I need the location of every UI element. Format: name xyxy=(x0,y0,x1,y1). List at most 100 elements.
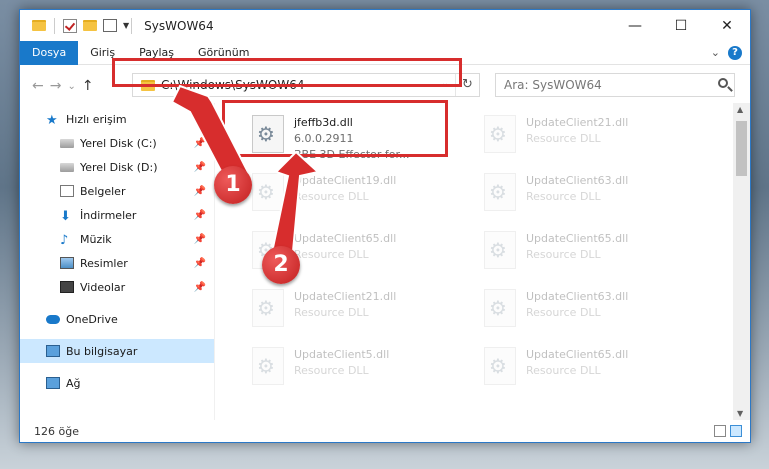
nav-item-6[interactable]: Resimler 📌 xyxy=(20,251,214,275)
file-item[interactable]: UpdateClient21.dll Resource DLL xyxy=(478,111,710,167)
divider xyxy=(54,17,55,34)
file-detail: Resource DLL xyxy=(526,132,601,145)
file-highlight-box xyxy=(222,100,448,157)
file-name: UpdateClient19.dll xyxy=(294,174,397,187)
nav-item-0[interactable]: ★ Hızlı erişim xyxy=(20,107,214,131)
file-detail: Resource DLL xyxy=(294,190,369,203)
file-detail: Resource DLL xyxy=(294,248,369,261)
document-icon xyxy=(60,185,74,197)
file-name: UpdateClient65.dll xyxy=(294,232,397,245)
scrollbar-thumb[interactable] xyxy=(736,121,747,176)
search-icon[interactable] xyxy=(718,78,728,88)
expand-ribbon-icon[interactable]: ⌄ xyxy=(711,46,720,59)
properties-icon[interactable] xyxy=(103,19,117,32)
file-name: UpdateClient5.dll xyxy=(294,348,390,361)
file-item[interactable]: UpdateClient21.dll Resource DLL xyxy=(246,285,478,341)
nav-item-10[interactable]: Ağ xyxy=(20,371,214,395)
dll-file-icon xyxy=(484,173,516,211)
vertical-scrollbar[interactable]: ▲ ▼ xyxy=(733,103,750,420)
pin-icon[interactable]: 📌 xyxy=(194,210,206,221)
nav-item-label: Müzik xyxy=(80,232,112,246)
pin-icon[interactable]: 📌 xyxy=(194,138,206,149)
file-item[interactable]: UpdateClient19.dll Resource DLL xyxy=(246,169,478,225)
pin-icon[interactable]: 📌 xyxy=(194,162,206,173)
drive-icon xyxy=(60,162,74,172)
dll-file-icon xyxy=(252,289,284,327)
nav-item-label: Resimler xyxy=(80,256,128,270)
music-icon: ♪ xyxy=(60,233,69,248)
nav-item-1[interactable]: Yerel Disk (C:) 📌 xyxy=(20,131,214,155)
help-icon[interactable]: ? xyxy=(728,45,742,60)
file-item[interactable]: UpdateClient63.dll Resource DLL xyxy=(478,169,710,225)
nav-item-label: Hızlı erişim xyxy=(66,112,127,126)
maximize-button[interactable]: ☐ xyxy=(658,10,704,41)
nav-item-5[interactable]: ♪ Müzik 📌 xyxy=(20,227,214,251)
nav-item-label: Yerel Disk (C:) xyxy=(80,136,157,150)
file-item[interactable]: UpdateClient63.dll Resource DLL xyxy=(478,285,710,341)
nav-item-3[interactable]: Belgeler 📌 xyxy=(20,179,214,203)
minimize-button[interactable]: — xyxy=(612,10,658,41)
recent-locations-icon[interactable]: ⌄ xyxy=(67,81,75,92)
nav-item-8[interactable]: OneDrive xyxy=(20,307,214,331)
details-view-icon[interactable] xyxy=(714,425,726,437)
forward-icon[interactable]: → xyxy=(50,78,62,94)
back-icon[interactable]: ← xyxy=(32,78,44,94)
window-title: SysWOW64 xyxy=(144,18,214,33)
drive-icon xyxy=(60,138,74,148)
file-name: UpdateClient21.dll xyxy=(526,116,629,129)
nav-item-4[interactable]: ⬇ İndirmeler 📌 xyxy=(20,203,214,227)
file-item[interactable]: UpdateClient65.dll Resource DLL xyxy=(478,343,710,399)
pin-icon[interactable]: 📌 xyxy=(194,234,206,245)
file-detail: Resource DLL xyxy=(526,364,601,377)
nav-item-label: Videolar xyxy=(80,280,126,294)
properties-check-icon[interactable] xyxy=(63,18,77,33)
large-icons-view-icon[interactable] xyxy=(730,425,742,437)
nav-item-label: Ağ xyxy=(66,376,81,390)
close-button[interactable]: ✕ xyxy=(704,10,750,41)
pin-icon[interactable]: 📌 xyxy=(194,282,206,293)
star-icon: ★ xyxy=(46,113,58,128)
nav-item-7[interactable]: Videolar 📌 xyxy=(20,275,214,299)
pin-icon[interactable]: 📌 xyxy=(194,258,206,269)
nav-item-9[interactable]: Bu bilgisayar xyxy=(20,339,214,363)
dll-file-icon xyxy=(484,289,516,327)
navigation-pane: ★ Hızlı erişim Yerel Disk (C:) 📌 Yerel Disk … xyxy=(20,103,215,420)
file-name: UpdateClient21.dll xyxy=(294,290,397,303)
file-detail: Resource DLL xyxy=(526,306,601,319)
pictures-icon xyxy=(60,257,74,269)
dll-file-icon xyxy=(252,173,284,211)
file-item[interactable]: UpdateClient65.dll Resource DLL xyxy=(478,227,710,283)
address-highlight-box xyxy=(112,58,462,87)
dll-file-icon xyxy=(484,231,516,269)
search-input[interactable]: Ara: SysWOW64 xyxy=(495,73,735,97)
network-icon xyxy=(46,377,60,389)
nav-item-2[interactable]: Yerel Disk (D:) 📌 xyxy=(20,155,214,179)
step-marker-2: 2 xyxy=(262,246,300,284)
computer-icon xyxy=(46,345,60,357)
file-item[interactable]: UpdateClient5.dll Resource DLL xyxy=(246,343,478,399)
item-count: 126 öğe xyxy=(34,424,79,438)
file-detail: Resource DLL xyxy=(294,364,369,377)
quick-access-toolbar: ▼ xyxy=(20,17,129,34)
file-name: UpdateClient65.dll xyxy=(526,232,629,245)
download-icon: ⬇ xyxy=(60,209,71,224)
dll-file-icon xyxy=(484,115,516,153)
pin-icon[interactable]: 📌 xyxy=(194,186,206,197)
new-folder-icon[interactable] xyxy=(83,20,97,31)
nav-item-label: Belgeler xyxy=(80,184,126,198)
up-icon[interactable]: ↑ xyxy=(82,78,94,94)
file-name: UpdateClient63.dll xyxy=(526,290,629,303)
customize-dropdown-icon[interactable]: ▼ xyxy=(123,21,129,30)
nav-item-label: Yerel Disk (D:) xyxy=(80,160,158,174)
dll-file-icon xyxy=(484,347,516,385)
file-name: UpdateClient63.dll xyxy=(526,174,629,187)
scroll-up-icon[interactable]: ▲ xyxy=(737,105,743,114)
divider xyxy=(131,17,133,34)
scroll-down-icon[interactable]: ▼ xyxy=(737,409,743,418)
title-bar: ▼ SysWOW64 — ☐ ✕ xyxy=(20,10,750,41)
tab-dosya[interactable]: Dosya xyxy=(20,40,79,65)
video-icon xyxy=(60,281,74,293)
folder-icon[interactable] xyxy=(32,20,46,31)
step-marker-1: 1 xyxy=(214,166,252,204)
dll-file-icon xyxy=(252,347,284,385)
